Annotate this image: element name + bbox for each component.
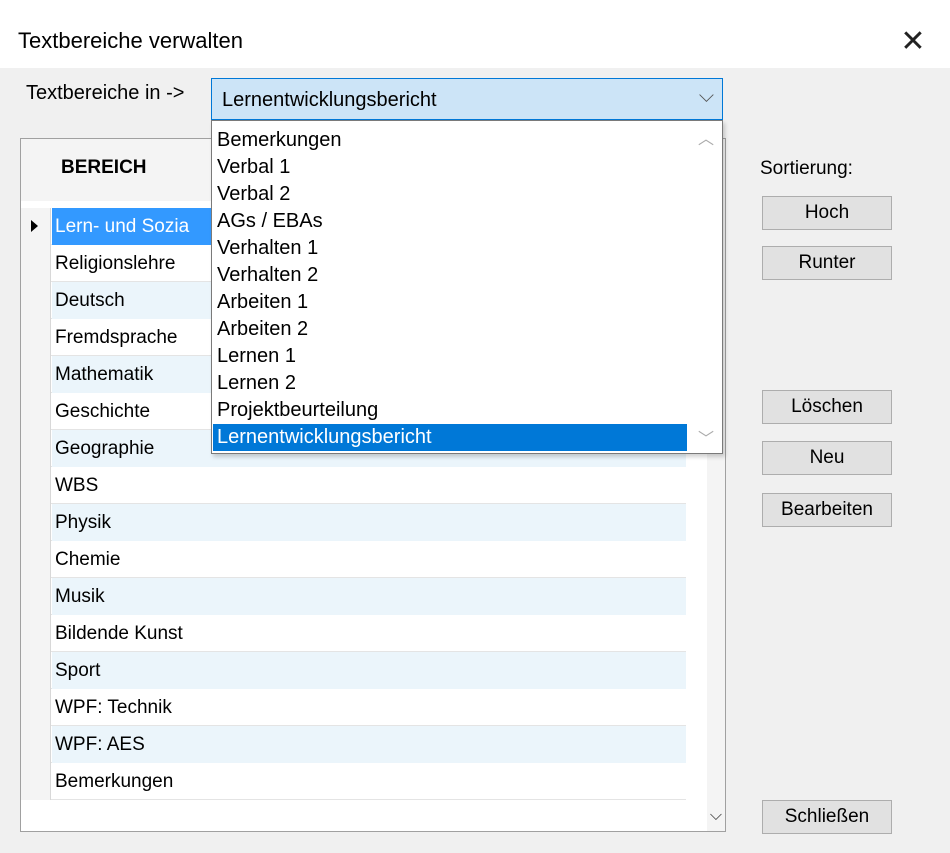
move-down-button[interactable]: Runter bbox=[762, 246, 892, 280]
row-selector[interactable] bbox=[21, 763, 51, 800]
table-cell[interactable]: Bemerkungen bbox=[52, 763, 686, 800]
table-cell[interactable]: Sport bbox=[52, 652, 686, 689]
table-row[interactable]: WBS bbox=[21, 467, 686, 504]
dropdown-scrollbar[interactable]: ︿ ﹀ bbox=[690, 121, 722, 453]
dropdown-option[interactable]: Verhalten 1 bbox=[213, 235, 687, 262]
edit-button[interactable]: Bearbeiten bbox=[762, 493, 892, 527]
dropdown-option[interactable]: Projektbeurteilung bbox=[213, 397, 687, 424]
dropdown-option[interactable]: Lernen 2 bbox=[213, 370, 687, 397]
chevron-down-icon[interactable]: ﹀ bbox=[690, 425, 722, 449]
dropdown-option[interactable]: Lernen 1 bbox=[213, 343, 687, 370]
window-title: Textbereiche verwalten bbox=[18, 28, 244, 53]
row-selector[interactable] bbox=[21, 689, 51, 726]
close-button[interactable]: Schließen bbox=[762, 800, 892, 834]
table-row[interactable]: Physik bbox=[21, 504, 686, 541]
move-up-button[interactable]: Hoch bbox=[762, 196, 892, 230]
title-bar: Textbereiche verwalten ✕ bbox=[0, 0, 950, 68]
table-cell[interactable]: Musik bbox=[52, 578, 686, 615]
table-cell[interactable]: WPF: Technik bbox=[52, 689, 686, 726]
table-row[interactable]: Bildende Kunst bbox=[21, 615, 686, 652]
table-cell[interactable]: Bildende Kunst bbox=[52, 615, 686, 652]
table-cell[interactable]: Physik bbox=[52, 504, 686, 541]
chevron-up-icon[interactable]: ︿ bbox=[690, 125, 722, 149]
textbereiche-combo[interactable]: Lernentwicklungsbericht ⌵ bbox=[211, 78, 723, 120]
dropdown-option[interactable]: Arbeiten 2 bbox=[213, 316, 687, 343]
row-selector[interactable] bbox=[21, 615, 51, 652]
row-selector[interactable] bbox=[21, 319, 51, 356]
row-selector[interactable] bbox=[21, 208, 51, 245]
row-selector[interactable] bbox=[21, 393, 51, 430]
combo-label: Textbereiche in -> bbox=[26, 82, 185, 104]
row-selector[interactable] bbox=[21, 541, 51, 578]
row-selector[interactable] bbox=[21, 467, 51, 504]
close-icon[interactable]: ✕ bbox=[890, 18, 936, 64]
table-row[interactable]: WPF: AES bbox=[21, 726, 686, 763]
dropdown-option[interactable]: Verbal 1 bbox=[213, 154, 687, 181]
row-selector[interactable] bbox=[21, 726, 51, 763]
table-row[interactable]: WPF: Technik bbox=[21, 689, 686, 726]
dropdown-option[interactable]: Bemerkungen bbox=[213, 127, 687, 154]
row-selector[interactable] bbox=[21, 430, 51, 467]
column-header-bereich[interactable]: BEREICH bbox=[61, 157, 147, 179]
new-button[interactable]: Neu bbox=[762, 441, 892, 475]
row-selector[interactable] bbox=[21, 282, 51, 319]
chevron-down-icon[interactable]: ⌵ bbox=[699, 85, 714, 108]
chevron-down-icon[interactable]: ⌵ bbox=[707, 807, 725, 825]
row-selector[interactable] bbox=[21, 578, 51, 615]
table-cell[interactable]: WBS bbox=[52, 467, 686, 504]
table-row[interactable]: Musik bbox=[21, 578, 686, 615]
delete-button[interactable]: Löschen bbox=[762, 390, 892, 424]
dropdown-option[interactable]: Verhalten 2 bbox=[213, 262, 687, 289]
table-row[interactable]: Sport bbox=[21, 652, 686, 689]
dropdown-option-selected[interactable]: Lernentwicklungsbericht bbox=[213, 424, 687, 451]
dropdown-option[interactable]: Verbal 2 bbox=[213, 181, 687, 208]
row-pointer-icon bbox=[31, 220, 38, 232]
dropdown-option[interactable]: Arbeiten 1 bbox=[213, 289, 687, 316]
dropdown-option[interactable]: AGs / EBAs bbox=[213, 208, 687, 235]
table-row[interactable]: Chemie bbox=[21, 541, 686, 578]
table-cell[interactable]: WPF: AES bbox=[52, 726, 686, 763]
table-row[interactable]: Bemerkungen bbox=[21, 763, 686, 800]
combo-value: Lernentwicklungsbericht bbox=[222, 89, 437, 111]
row-selector[interactable] bbox=[21, 356, 51, 393]
row-selector[interactable] bbox=[21, 504, 51, 541]
table-cell[interactable]: Chemie bbox=[52, 541, 686, 578]
sort-label: Sortierung: bbox=[760, 158, 853, 179]
combo-dropdown-list[interactable]: Bemerkungen Verbal 1 Verbal 2 AGs / EBAs… bbox=[211, 120, 723, 454]
row-selector[interactable] bbox=[21, 652, 51, 689]
row-selector[interactable] bbox=[21, 245, 51, 282]
